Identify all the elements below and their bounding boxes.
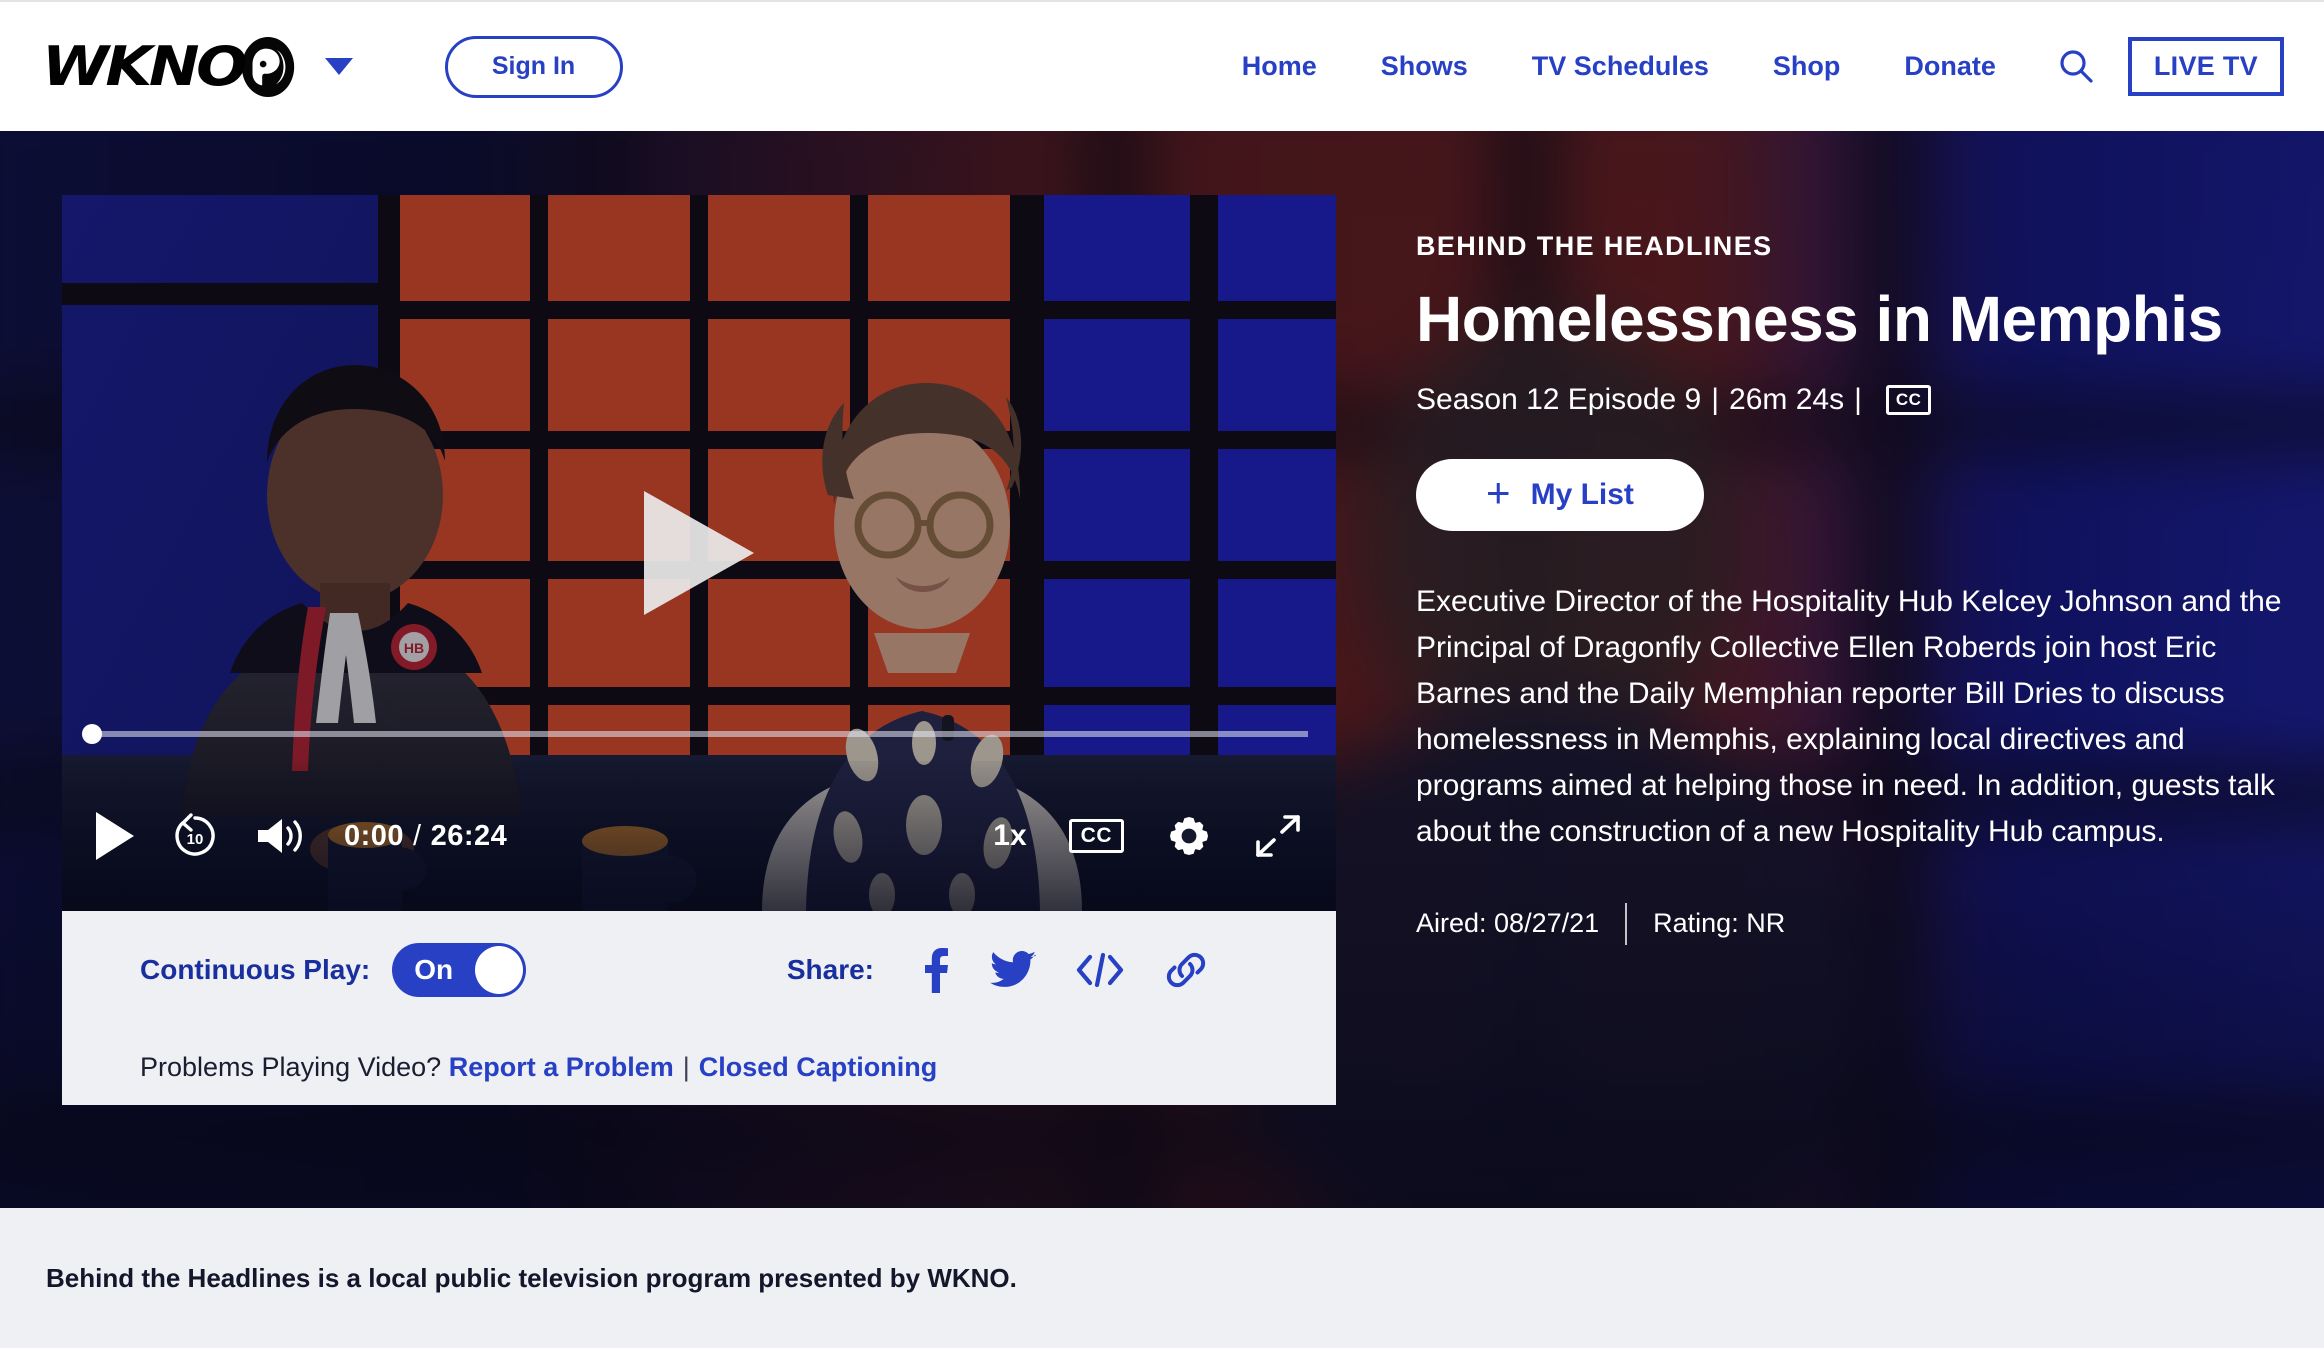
- continuous-play-toggle[interactable]: On: [392, 943, 527, 997]
- nav-item-shows[interactable]: Shows: [1349, 51, 1500, 82]
- fullscreen-icon: [1256, 815, 1300, 857]
- replay-10-icon: 10: [175, 813, 215, 856]
- site-footer: Behind the Headlines is a local public t…: [0, 1208, 2324, 1348]
- season-episode-label: Season 12 Episode 9: [1416, 383, 1702, 417]
- problems-playing-video-text: Problems Playing Video? Report a Problem…: [140, 1052, 937, 1083]
- search-icon: [2060, 49, 2093, 83]
- toggle-knob: [475, 946, 524, 994]
- page-title: Homelessness in Memphis: [1416, 283, 2223, 355]
- rewind-10-button[interactable]: 10: [170, 811, 220, 861]
- link-separator: |: [682, 1051, 690, 1082]
- problems-prefix: Problems Playing Video?: [140, 1051, 442, 1082]
- volume-icon: [258, 819, 302, 853]
- aired-rating-row: Aired: 08/27/21 Rating: NR: [1416, 902, 2286, 945]
- episode-info-panel: BEHIND THE HEADLINES Homelessness in Mem…: [1416, 231, 2286, 945]
- share-label: Share:: [786, 954, 874, 985]
- live-tv-button[interactable]: LIVE TV: [2127, 37, 2284, 96]
- player-control-bar: 10 0:00/26:24 1x CC: [62, 761, 1336, 911]
- time-separator: /: [413, 819, 422, 852]
- episode-description: Executive Director of the Hospitality Hu…: [1416, 585, 2282, 848]
- embed-code-icon: [1076, 952, 1124, 988]
- problems-row: Problems Playing Video? Report a Problem…: [62, 1029, 1336, 1105]
- pbs-logo-icon: [241, 36, 294, 97]
- nav-item-shop[interactable]: Shop: [1741, 51, 1873, 82]
- share-twitter-button[interactable]: [990, 950, 1036, 990]
- search-button[interactable]: [2054, 45, 2098, 89]
- progress-scrubber[interactable]: [82, 724, 1308, 744]
- my-list-label: My List: [1530, 478, 1634, 512]
- closed-caption-button[interactable]: CC: [1068, 819, 1124, 853]
- nav-item-home[interactable]: Home: [1210, 51, 1349, 82]
- share-row: Share:: [787, 947, 1208, 993]
- share-facebook-button[interactable]: [920, 947, 950, 993]
- hero-section: HB 10 0:00 / 26:24 1x CC Continuous Play…: [0, 131, 2324, 1208]
- meta-pipe-2: |: [1854, 383, 1862, 417]
- play-button[interactable]: [96, 812, 134, 860]
- video-player-card: HB 10 0:00 / 26:24 1x CC Continuous Play…: [62, 195, 1336, 1105]
- toggle-state-label: On: [414, 954, 454, 985]
- twitter-icon: [990, 951, 1036, 987]
- settings-button[interactable]: [1166, 813, 1212, 859]
- report-problem-link[interactable]: Report a Problem: [449, 1052, 674, 1082]
- wkno-wordmark: WKNO: [42, 35, 248, 98]
- gear-icon: [1170, 817, 1208, 855]
- continuous-play-label: Continuous Play:: [140, 954, 371, 985]
- copy-link-icon: [1166, 952, 1206, 988]
- svg-text:10: 10: [187, 831, 204, 848]
- current-time: 0:00: [344, 819, 405, 852]
- wkno-logo[interactable]: WKNO: [42, 35, 299, 98]
- share-copy-link-button[interactable]: [1164, 950, 1208, 990]
- main-navigation: Home Shows TV Schedules Shop Donate LIVE…: [1210, 37, 2284, 96]
- rating-value: Rating: NR: [1653, 908, 1786, 939]
- episode-meta-row: Season 12 Episode 9 | 26m 24s | CC: [1416, 383, 2286, 417]
- footer-description: Behind the Headlines is a local public t…: [46, 1262, 1017, 1293]
- scrubber-handle[interactable]: [82, 724, 102, 744]
- add-to-my-list-button[interactable]: + My List: [1416, 459, 1704, 532]
- brand-area: WKNO: [42, 35, 353, 98]
- playback-speed-button[interactable]: 1x: [993, 819, 1026, 853]
- closed-captioning-link[interactable]: Closed Captioning: [699, 1052, 938, 1082]
- cc-badge: CC: [1885, 385, 1932, 416]
- volume-button[interactable]: [254, 814, 306, 858]
- fullscreen-button[interactable]: [1254, 812, 1302, 860]
- video-stage[interactable]: HB 10 0:00 / 26:24 1x CC: [62, 195, 1336, 911]
- show-name: BEHIND THE HEADLINES: [1416, 231, 1773, 261]
- duration-time: 26:24: [430, 819, 508, 852]
- player-right-controls: 1x CC: [993, 812, 1302, 860]
- vertical-divider: [1625, 902, 1628, 945]
- nav-item-donate[interactable]: Donate: [1872, 51, 2028, 82]
- share-embed-button[interactable]: [1076, 951, 1124, 989]
- sign-in-button[interactable]: Sign In: [444, 35, 623, 98]
- facebook-icon: [925, 948, 948, 993]
- nav-item-tv-schedules[interactable]: TV Schedules: [1500, 51, 1741, 82]
- play-overlay-button[interactable]: [644, 491, 754, 615]
- site-header: WKNO Sign In Home Shows TV Schedules Sho…: [0, 0, 2324, 131]
- aired-date: Aired: 08/27/21: [1416, 908, 1600, 939]
- time-display: 0:00/26:24: [344, 820, 507, 853]
- player-options-panel: Continuous Play: On Share: Problems Play…: [62, 911, 1336, 1105]
- page-root: WKNO Sign In Home Shows TV Schedules Sho…: [0, 0, 2324, 1348]
- episode-duration: 26m 24s: [1729, 383, 1845, 417]
- meta-pipe-1: |: [1711, 383, 1720, 417]
- chevron-down-icon[interactable]: [324, 58, 353, 75]
- plus-icon: +: [1486, 469, 1511, 517]
- continuous-play-row: Continuous Play: On Share:: [62, 911, 1336, 1029]
